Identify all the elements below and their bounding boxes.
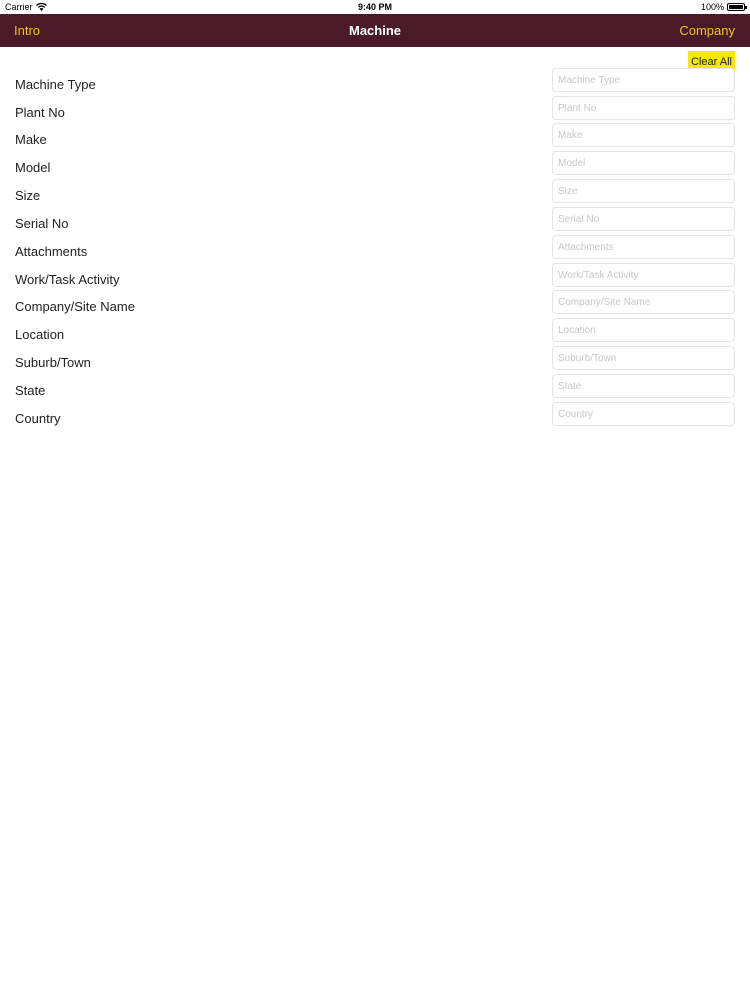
machine-type-input[interactable] [552, 68, 735, 92]
model-input[interactable] [552, 151, 735, 175]
status-time: 9:40 PM [357, 2, 392, 12]
size-input[interactable] [552, 179, 735, 203]
page-title: Machine [348, 23, 401, 38]
location-input[interactable] [552, 318, 735, 342]
serial-no-input[interactable] [552, 207, 735, 231]
machine-type-label: Machine Type [15, 77, 96, 92]
battery-indicator: 100% [700, 2, 747, 12]
company-site-name-input[interactable] [552, 290, 735, 314]
attachments-input[interactable] [552, 235, 735, 259]
plant-no-label: Plant No [15, 105, 65, 120]
form-row-country: Country [0, 402, 750, 439]
country-label: Country [15, 411, 61, 426]
model-label: Model [15, 160, 51, 175]
size-label: Size [15, 188, 41, 203]
suburb-town-label: Suburb/Town [15, 355, 91, 370]
make-input[interactable] [552, 123, 735, 147]
make-label: Make [15, 132, 47, 147]
battery-percent: 100% [700, 2, 724, 12]
work-task-activity-label: Work/Task Activity [15, 272, 120, 287]
location-label: Location [15, 327, 65, 342]
company-site-name-label: Company/Site Name [15, 299, 135, 314]
suburb-town-input[interactable] [552, 346, 735, 370]
state-label: State [15, 383, 46, 398]
work-task-activity-input[interactable] [552, 263, 735, 287]
intro-back-button[interactable]: Intro [14, 23, 40, 38]
navigation-bar: Intro Machine Company [0, 14, 750, 47]
status-bar: Carrier 9:40 PM 100% [0, 0, 750, 14]
company-button[interactable]: Company [679, 23, 735, 38]
battery-icon [727, 3, 747, 11]
state-input[interactable] [552, 374, 735, 398]
plant-no-input[interactable] [552, 96, 735, 120]
serial-no-label: Serial No [15, 216, 69, 231]
country-input[interactable] [552, 402, 735, 426]
attachments-label: Attachments [15, 244, 88, 259]
